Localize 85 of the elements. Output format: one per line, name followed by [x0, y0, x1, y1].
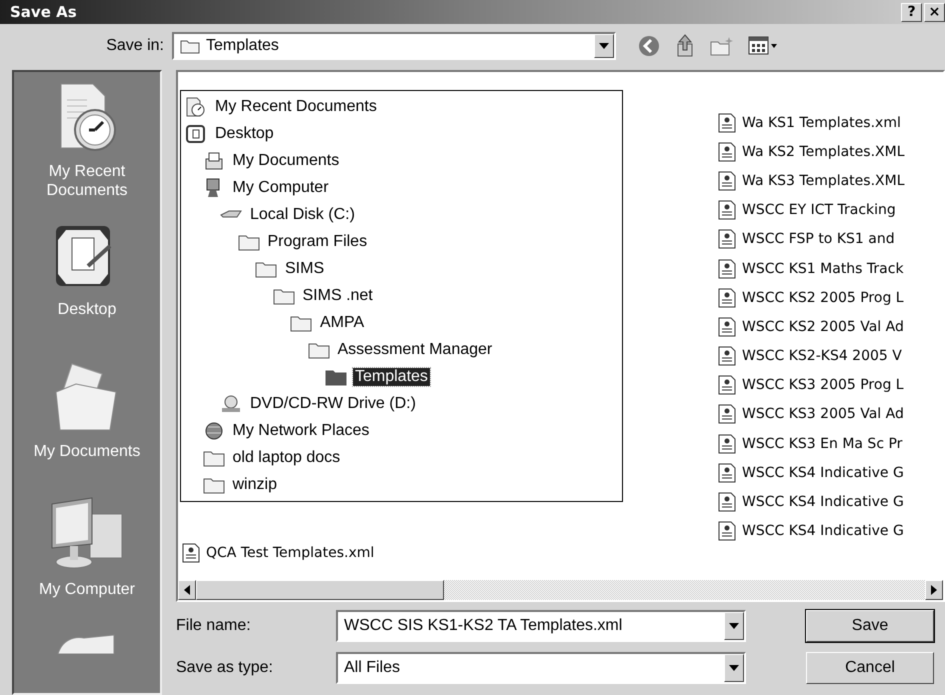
xml-file-icon: [718, 142, 736, 162]
scrollbar-thumb[interactable]: [196, 580, 444, 600]
xml-file-icon: [182, 543, 200, 564]
folder-tree-item[interactable]: old laptop docs: [230, 448, 342, 466]
file-name[interactable]: WSCC FSP to KS1 and: [742, 231, 895, 248]
folder-icon: [308, 340, 330, 358]
xml-file-icon: [718, 316, 736, 337]
file-name[interactable]: WSCC EY ICT Tracking: [742, 202, 896, 218]
folder-tree-item[interactable]: Templates: [353, 368, 430, 386]
documents-folder-icon: [202, 150, 224, 170]
folder-tree-item[interactable]: My Recent Documents: [213, 98, 379, 116]
folder-tree-item[interactable]: My Network Places: [230, 422, 372, 440]
file-name-field[interactable]: WSCC SIS KS1-KS2 TA Templates.xml: [336, 610, 746, 642]
xml-file-icon: [718, 375, 736, 396]
clock-document-icon: [185, 96, 207, 116]
views-menu-icon[interactable]: [748, 36, 778, 56]
folder-tree-item[interactable]: Local Disk (C:): [248, 206, 357, 224]
folder-icon: [202, 448, 224, 466]
xml-file-icon: [718, 346, 736, 366]
cd-drive-icon: [220, 394, 242, 414]
folder-tree-item[interactable]: My Computer: [230, 178, 331, 196]
place-label[interactable]: My Documents: [27, 442, 147, 462]
desktop-icon: [185, 124, 207, 144]
folder-icon: [255, 260, 277, 278]
place-label[interactable]: My Recent Documents: [27, 162, 147, 200]
horizontal-scrollbar[interactable]: [178, 580, 943, 600]
xml-file-icon: [718, 492, 736, 512]
scroll-left-icon[interactable]: [184, 585, 190, 595]
save-in-dropdown[interactable]: Templates: [172, 32, 616, 60]
folder-tree-item[interactable]: Program Files: [266, 232, 370, 250]
folder-icon: [290, 314, 312, 332]
xml-file-icon: [718, 229, 736, 250]
xml-file-icon: [718, 434, 736, 454]
file-name[interactable]: WSCC KS2-KS4 2005 V: [742, 348, 902, 364]
folder-tree-item[interactable]: DVD/CD-RW Drive (D:): [248, 394, 418, 412]
caret-icon: [729, 665, 739, 671]
file-name[interactable]: Wa KS2 Templates.XML: [742, 144, 904, 160]
window-title: Save As: [10, 3, 77, 21]
folder-tree-item[interactable]: SIMS .net: [300, 286, 375, 304]
file-name[interactable]: WSCC KS4 Indicative G: [742, 464, 904, 481]
folder-icon: [180, 38, 200, 54]
xml-file-icon: [718, 258, 736, 279]
folder-icon: [272, 286, 294, 304]
place-label[interactable]: Desktop: [27, 300, 147, 320]
folder-icon: [202, 476, 224, 494]
xml-file-icon: [718, 170, 736, 191]
folder-tree-item[interactable]: Desktop: [213, 124, 276, 142]
folder-tree-item[interactable]: Assessment Manager: [336, 340, 494, 358]
save-button[interactable]: Save: [806, 610, 934, 642]
folder-tree-item[interactable]: SIMS: [283, 260, 326, 278]
close-button[interactable]: ×: [924, 2, 945, 22]
file-name[interactable]: Wa KS1 Templates.xml: [742, 114, 901, 131]
save-in-label: Save in:: [105, 37, 165, 55]
file-name[interactable]: WSCC KS3 En Ma Sc Pr: [742, 436, 902, 452]
file-name[interactable]: WSCC KS2 2005 Val Ad: [742, 318, 904, 335]
file-name[interactable]: WSCC KS4 Indicative G: [742, 523, 904, 540]
back-icon[interactable]: [638, 35, 660, 57]
scroll-right-icon[interactable]: [931, 585, 937, 595]
caret-icon: [599, 43, 609, 49]
place-label[interactable]: My Computer: [27, 580, 147, 600]
file-name[interactable]: WSCC KS4 Indicative G: [742, 494, 904, 510]
file-name[interactable]: WSCC KS3 2005 Val Ad: [742, 406, 904, 422]
file-name[interactable]: QCA Test Templates.xml: [206, 545, 374, 562]
file-name[interactable]: WSCC KS3 2005 Prog L: [742, 377, 904, 394]
xml-file-icon: [718, 200, 736, 220]
help-button[interactable]: ?: [901, 2, 922, 22]
folder-tree-item[interactable]: AMPA: [318, 314, 366, 332]
save-as-type-dropdown[interactable]: All Files: [336, 652, 746, 684]
file-name[interactable]: Wa KS3 Templates.XML: [742, 172, 904, 189]
folder-tree-item[interactable]: winzip: [230, 476, 279, 494]
save-as-type-label: Save as type:: [176, 659, 274, 677]
file-name[interactable]: WSCC KS2 2005 Prog L: [742, 290, 904, 306]
file-name-label: File name:: [176, 617, 252, 635]
folder-icon: [325, 368, 347, 386]
xml-file-icon: [718, 288, 736, 308]
caret-icon: [729, 623, 739, 629]
file-name[interactable]: WSCC KS1 Maths Track: [742, 260, 904, 277]
xml-file-icon: [718, 112, 736, 133]
new-folder-icon[interactable]: [710, 36, 734, 56]
cancel-button[interactable]: Cancel: [806, 652, 934, 684]
folder-tree-item[interactable]: My Documents: [230, 152, 342, 170]
xml-file-icon: [718, 404, 736, 424]
folder-icon: [238, 232, 260, 250]
xml-file-icon: [718, 521, 736, 542]
xml-file-icon: [718, 462, 736, 483]
